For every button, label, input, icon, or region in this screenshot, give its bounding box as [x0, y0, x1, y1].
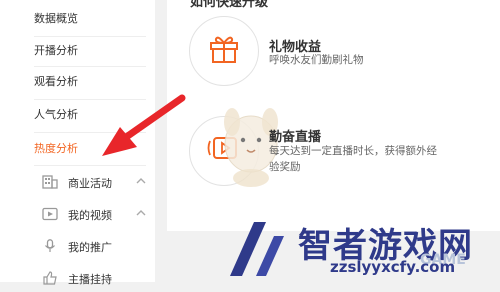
section-title: 如何快速升级 [190, 0, 269, 10]
sidebar-group-label: 我的视频 [68, 209, 112, 222]
sidebar-group-label: 主播挂持 [68, 273, 112, 286]
card-description: 呼唤水友们勤刷礼物 [269, 54, 364, 66]
gift-icon [210, 36, 238, 63]
sidebar-item-heat-analysis[interactable]: 热度分析 [0, 130, 155, 166]
sidebar-item-label: 数据概览 [34, 12, 78, 25]
sidebar-item-data-overview[interactable]: 数据概览 [0, 0, 155, 36]
thumbs-up-icon [43, 271, 57, 285]
card-description: 每天达到一定直播时长，获得额外经 [269, 145, 437, 157]
sidebar-item-label: 开播分析 [34, 44, 78, 57]
video-icon [42, 207, 58, 221]
sidebar-group-label: 商业活动 [68, 177, 112, 190]
watermark-url: zzslyyxcfy.com [330, 258, 456, 276]
sidebar-item-viewing-analysis[interactable]: 观看分析 [0, 63, 155, 99]
chevron-up-icon[interactable] [136, 176, 146, 186]
card-description: 验奖励 [269, 161, 301, 173]
chevron-up-icon[interactable] [136, 208, 146, 218]
building-icon [42, 175, 58, 189]
sidebar-group-label: 我的推广 [68, 241, 112, 254]
sidebar-group-support[interactable]: 主播挂持 [0, 264, 155, 292]
sidebar-group-promotion[interactable]: 我的推广 [0, 232, 155, 260]
sidebar-item-popularity-analysis[interactable]: 人气分析 [0, 96, 155, 132]
microphone-icon [45, 239, 55, 252]
site-logo [230, 222, 284, 276]
sidebar-group-videos[interactable]: 我的视频 [0, 200, 155, 228]
sidebar-group-business[interactable]: 商业活动 [0, 168, 155, 196]
sidebar-item-label: 观看分析 [34, 75, 78, 88]
sidebar: 数据概览 开播分析 观看分析 人气分析 热度分析 商业活动 我的视频 我的推广 … [0, 0, 155, 286]
sidebar-item-label: 人气分析 [34, 108, 78, 121]
sidebar-item-label: 热度分析 [34, 142, 78, 155]
divider [34, 165, 146, 166]
